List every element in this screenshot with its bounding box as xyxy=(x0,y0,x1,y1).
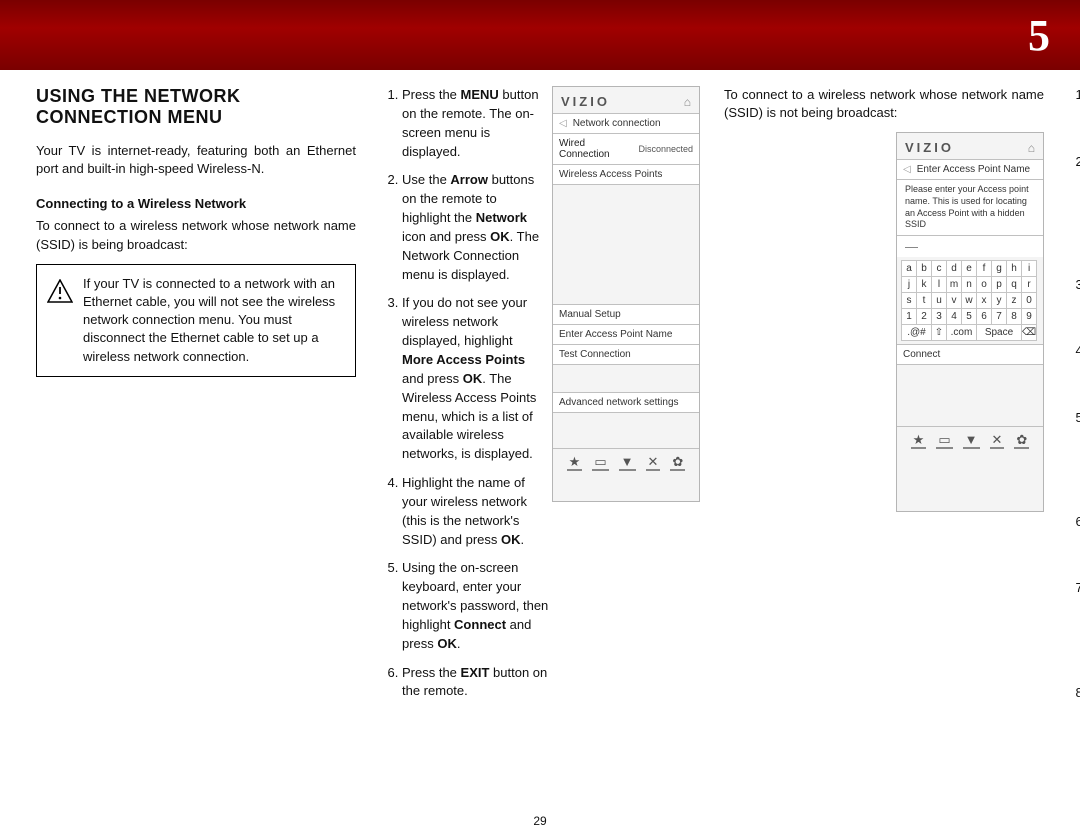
step-item: If you do not see your wireless network … xyxy=(402,294,556,464)
close-icon: ✕ xyxy=(990,433,1005,449)
key: .com xyxy=(947,325,977,341)
panel-footer-icons: ★ ▭ ▼ ✕ ✿ xyxy=(897,426,1043,455)
steps-broadcast: Press the MENU button on the remote. The… xyxy=(380,86,556,701)
tv-screenshot-keyboard: VIZIO ⌂ ◁ Enter Access Point Name Please… xyxy=(896,132,1044,512)
step-item: Press the MENU button on the remote. The… xyxy=(402,86,556,161)
star-icon: ★ xyxy=(911,433,927,449)
home-icon: ⌂ xyxy=(1028,141,1035,155)
key: o xyxy=(977,277,992,293)
chapter-banner: 5 xyxy=(0,0,1080,70)
intro-paragraph: Your TV is internet-ready, featuring bot… xyxy=(36,142,356,178)
key: f xyxy=(977,261,992,277)
warning-text: If your TV is connected to a network wit… xyxy=(83,276,335,364)
star-icon: ★ xyxy=(567,455,583,471)
key: 6 xyxy=(977,309,992,325)
key: v xyxy=(947,293,962,309)
warning-box: If your TV is connected to a network wit… xyxy=(36,264,356,377)
step-item: Use the Arrow buttons on the remote to h… xyxy=(402,171,556,284)
step-item: Press the EXIT button on the remote. xyxy=(402,664,556,702)
panel-instructions: Please enter your Access point name. Thi… xyxy=(897,179,1043,235)
vizio-logo: VIZIO xyxy=(905,140,954,155)
warning-icon xyxy=(47,279,73,303)
key: r xyxy=(1022,277,1037,293)
key: z xyxy=(1007,293,1022,309)
down-icon: ▼ xyxy=(963,433,980,449)
key: n xyxy=(962,277,977,293)
key: w xyxy=(962,293,977,309)
wireless-ap-label: Wireless Access Points xyxy=(559,169,662,180)
key: j xyxy=(902,277,917,293)
input-field-blank: — xyxy=(897,235,1043,257)
key: m xyxy=(947,277,962,293)
vizio-logo: VIZIO xyxy=(561,94,610,109)
key: h xyxy=(1007,261,1022,277)
key: 5 xyxy=(962,309,977,325)
page-title: USING THE NETWORK CONNECTION MENU xyxy=(36,86,356,128)
key: s xyxy=(902,293,917,309)
page-number: 29 xyxy=(0,814,1080,828)
rect-icon: ▭ xyxy=(592,455,608,471)
key: 3 xyxy=(932,309,947,325)
key: e xyxy=(962,261,977,277)
wired-status: Disconnected xyxy=(638,144,693,154)
lead-broadcast: To connect to a wireless network whose n… xyxy=(36,217,356,253)
step-item: Using the on-screen keyboard, enter your… xyxy=(402,559,556,653)
key: k xyxy=(917,277,932,293)
connect-button: Connect xyxy=(903,349,940,360)
key: t xyxy=(917,293,932,309)
key: d xyxy=(947,261,962,277)
advanced-settings: Advanced network settings xyxy=(559,397,679,408)
key: 7 xyxy=(992,309,1007,325)
subheading-wireless: Connecting to a Wireless Network xyxy=(36,196,356,211)
key: b xyxy=(917,261,932,277)
step-item: Highlight the name of your wireless netw… xyxy=(402,474,556,549)
home-icon: ⌂ xyxy=(684,95,691,109)
key: ⇧ xyxy=(932,325,947,341)
key: p xyxy=(992,277,1007,293)
panel-title: Network connection xyxy=(573,118,661,129)
key: ⌫ xyxy=(1022,325,1037,341)
key: i xyxy=(1022,261,1037,277)
enter-ap-name: Enter Access Point Name xyxy=(559,329,672,340)
rect-icon: ▭ xyxy=(936,433,952,449)
key: 2 xyxy=(917,309,932,325)
tv-screenshot-network: VIZIO ⌂ ◁ Network connection Wired Conne… xyxy=(552,86,700,502)
key: l xyxy=(932,277,947,293)
back-arrow-icon: ◁ xyxy=(903,164,911,175)
key: a xyxy=(902,261,917,277)
steps-not-broadcast: Press the MENU button on the remote. The… xyxy=(1068,86,1080,721)
key: u xyxy=(932,293,947,309)
gear-icon: ✿ xyxy=(1014,433,1029,449)
chapter-number: 5 xyxy=(1028,10,1050,61)
key: .@# xyxy=(902,325,932,341)
key: q xyxy=(1007,277,1022,293)
key: Space xyxy=(977,325,1022,341)
close-icon: ✕ xyxy=(646,455,661,471)
key: c xyxy=(932,261,947,277)
lead-not-broadcast: To connect to a wireless network whose n… xyxy=(724,86,1044,122)
key: 8 xyxy=(1007,309,1022,325)
gear-icon: ✿ xyxy=(670,455,685,471)
key: 4 xyxy=(947,309,962,325)
down-icon: ▼ xyxy=(619,455,636,471)
page-body: USING THE NETWORK CONNECTION MENU Your T… xyxy=(0,70,1080,804)
key: 1 xyxy=(902,309,917,325)
manual-setup: Manual Setup xyxy=(559,309,621,320)
key: 9 xyxy=(1022,309,1037,325)
test-connection: Test Connection xyxy=(559,349,631,360)
key: x xyxy=(977,293,992,309)
key: g xyxy=(992,261,1007,277)
key: y xyxy=(992,293,1007,309)
wired-label: Wired Connection xyxy=(559,138,638,160)
key: 0 xyxy=(1022,293,1037,309)
panel-title: Enter Access Point Name xyxy=(917,164,1030,175)
back-arrow-icon: ◁ xyxy=(559,118,567,129)
panel-footer-icons: ★ ▭ ▼ ✕ ✿ xyxy=(553,448,699,477)
onscreen-keyboard: abcdefghi jklmnopqr stuvwxyz0 123456789 .@#⇧… xyxy=(901,260,1037,341)
